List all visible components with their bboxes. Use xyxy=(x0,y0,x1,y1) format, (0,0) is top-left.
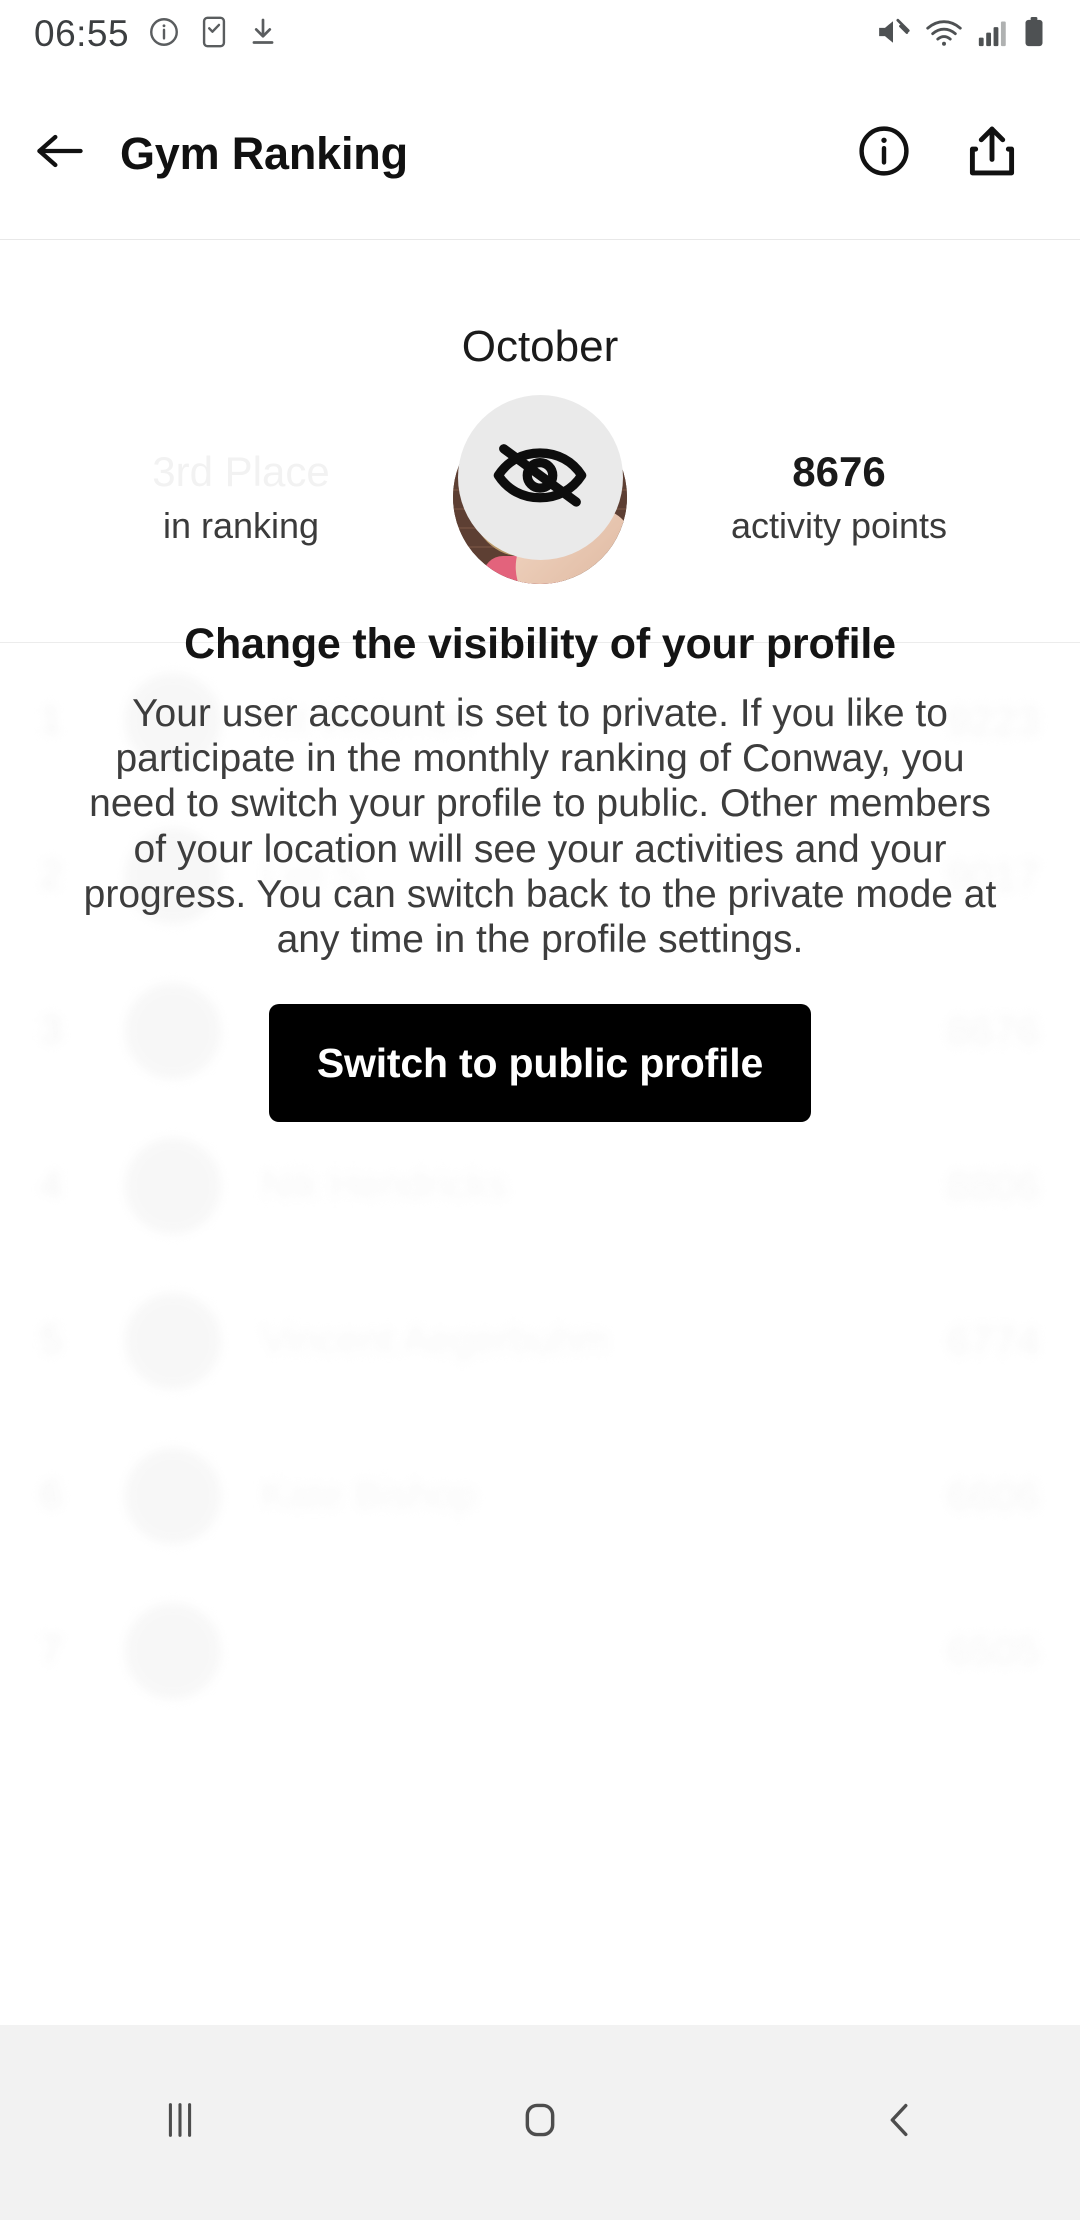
rank-name: Kate Bishop xyxy=(261,1473,477,1517)
arrow-left-icon xyxy=(32,126,88,181)
rank-position: 5 xyxy=(40,1318,63,1362)
status-bar: 06:55 xyxy=(0,0,1080,68)
rank-points: 6505 xyxy=(946,1626,1040,1674)
info-circle-icon xyxy=(856,123,912,184)
download-icon xyxy=(247,15,279,54)
table-row[interactable]: 1 Kit Weirmeir 9223 xyxy=(0,643,1080,798)
share-icon xyxy=(966,123,1018,184)
info-circle-icon xyxy=(147,15,181,54)
rank-position: 6 xyxy=(40,1473,63,1517)
row-avatar xyxy=(125,1602,221,1699)
row-avatar xyxy=(125,672,221,769)
rank-points: 9223 xyxy=(946,696,1040,744)
rank-stat: 3rd Place in ranking xyxy=(71,446,411,548)
row-avatar xyxy=(125,1447,221,1544)
info-button[interactable] xyxy=(830,123,938,184)
rank-position: 3 xyxy=(40,1008,63,1052)
rank-name: Nik Hendricks xyxy=(261,1163,508,1207)
rank-points: 8806 xyxy=(946,1161,1040,1209)
table-row[interactable]: 2 Liel S 9017 xyxy=(0,798,1080,953)
table-row[interactable]: 7 6505 xyxy=(0,1573,1080,1728)
ranking-list: 1 Kit Weirmeir 9223 2 Liel S 9017 3 8676 4 Nik He… xyxy=(0,643,1080,1728)
table-row[interactable]: 5 Vincent Aegerbuhm 6774 xyxy=(0,1263,1080,1418)
android-nav-bar xyxy=(0,2025,1080,2220)
rank-points: 9017 xyxy=(946,851,1040,899)
status-bar-left: 06:55 xyxy=(34,13,279,55)
points-stat: 8676 activity points xyxy=(669,446,1009,548)
recents-button[interactable] xyxy=(0,2097,360,2148)
recents-icon xyxy=(157,2097,203,2148)
mute-icon xyxy=(875,15,911,54)
home-icon xyxy=(517,2097,563,2148)
rank-name: Vincent Aegerbuhm xyxy=(261,1318,610,1362)
points-value: 8676 xyxy=(792,447,886,495)
home-button[interactable] xyxy=(360,2097,720,2148)
page-title: Gym Ranking xyxy=(120,127,408,179)
signal-icon xyxy=(977,15,1009,54)
rank-position: 2 xyxy=(40,853,63,897)
note-check-icon xyxy=(199,15,229,54)
rank-points: 6774 xyxy=(946,1316,1040,1364)
share-button[interactable] xyxy=(938,123,1046,184)
rank-value: 3rd Place xyxy=(152,447,330,495)
battery-icon xyxy=(1022,15,1046,54)
wifi-icon xyxy=(924,15,964,54)
back-button[interactable] xyxy=(0,126,120,181)
table-row[interactable]: 4 Nik Hendricks 8806 xyxy=(0,1108,1080,1263)
rank-name: Liel S xyxy=(261,853,362,897)
row-avatar xyxy=(125,1292,221,1389)
app-screen: 06:55 Gym Ranking October 3rd Place in r… xyxy=(0,0,1080,2220)
rank-label: in ranking xyxy=(162,505,320,547)
switch-to-public-profile-button[interactable]: Switch to public profile xyxy=(268,1004,812,1123)
app-bar: Gym Ranking xyxy=(0,68,1080,240)
status-time: 06:55 xyxy=(34,13,130,54)
page-content: October 3rd Place in ranking 8676 activi… xyxy=(0,240,1080,2025)
eye-off-icon-button[interactable] xyxy=(457,395,623,560)
row-avatar xyxy=(125,982,221,1079)
back-chevron-icon xyxy=(877,2097,923,2148)
row-avatar xyxy=(125,1137,221,1234)
rank-points: 8676 xyxy=(946,1006,1040,1054)
points-label: activity points xyxy=(730,505,948,547)
month-label: October xyxy=(461,322,619,371)
row-avatar xyxy=(125,827,221,924)
rank-position: 4 xyxy=(40,1163,63,1207)
nav-back-button[interactable] xyxy=(720,2097,1080,2148)
rank-name: Kit Weirmeir xyxy=(261,698,479,742)
rank-position: 7 xyxy=(40,1628,63,1672)
status-bar-right xyxy=(875,15,1046,54)
rank-points: 6606 xyxy=(946,1471,1040,1519)
eye-off-icon xyxy=(486,427,594,528)
table-row[interactable]: 6 Kate Bishop 6606 xyxy=(0,1418,1080,1573)
rank-position: 1 xyxy=(40,698,63,742)
